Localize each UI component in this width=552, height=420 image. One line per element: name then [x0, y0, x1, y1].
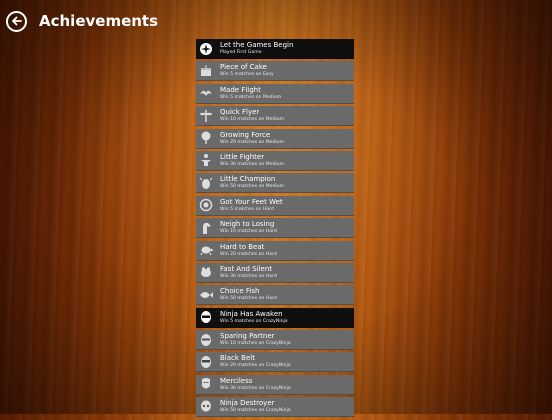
achievement-item[interactable]: Made Flight Win 5 matches on Medium: [196, 83, 354, 104]
achievement-title: Merciless: [220, 376, 253, 385]
ninja-mask-icon: [196, 330, 216, 349]
ninja-head-icon: [196, 352, 216, 371]
achievement-description: Win 10 matches on Hard: [220, 229, 277, 235]
frog-icon: [196, 263, 216, 282]
achievement-texts: Sparing Partner Win 10 matches on CrazyNi…: [216, 330, 291, 349]
bird-icon: [196, 84, 216, 103]
achievement-texts: Growing Force Win 20 matches on Medium: [216, 129, 284, 148]
achievement-texts: Made Flight Win 5 matches on Medium: [216, 84, 281, 103]
achievement-texts: Choice Fish Win 50 matches on Hard: [216, 285, 277, 304]
achievement-item[interactable]: Little Fighter Win 30 matches on Medium: [196, 150, 354, 171]
ninja-star-icon: [196, 39, 216, 58]
achievement-description: Win 50 matches on Medium: [220, 184, 285, 190]
back-arrow-icon: [11, 16, 22, 26]
achievement-description: Win 20 matches on Hard: [220, 251, 277, 257]
achievement-title: Fast And Silent: [220, 264, 273, 273]
achievement-texts: Piece of Cake Win 5 matches on Easy: [216, 61, 274, 80]
achievement-description: Win 5 matches on Easy: [220, 72, 274, 78]
achievement-item[interactable]: Quick Flyer Win 10 matches on Medium: [196, 106, 354, 127]
achievement-description: Win 50 matches on CrazyNinja: [220, 408, 291, 414]
achievement-texts: Hard to Beat Win 20 matches on Hard: [216, 241, 277, 260]
dragonfly-icon: [196, 106, 216, 125]
achievement-title: Made Flight: [220, 85, 261, 94]
achievement-title: Got Your Feet Wet: [220, 197, 283, 206]
achievement-description: Win 5 matches on Hard: [220, 206, 274, 212]
achievement-texts: Merciless Win 30 matches on CrazyNinja: [216, 375, 291, 394]
achievement-item[interactable]: Hard to Beat Win 20 matches on Hard: [196, 240, 354, 261]
cake-icon: [196, 61, 216, 80]
achievement-item[interactable]: Merciless Win 30 matches on CrazyNinja: [196, 374, 354, 395]
achievement-title: Quick Flyer: [220, 108, 260, 117]
achievement-item[interactable]: Fast And Silent Win 30 matches on Hard: [196, 262, 354, 283]
achievement-item[interactable]: Growing Force Win 20 matches on Medium: [196, 128, 354, 149]
achievement-description: Win 30 matches on Hard: [220, 273, 277, 279]
page-title: Achievements: [39, 12, 159, 30]
back-button[interactable]: [6, 10, 27, 32]
mask-icon: [196, 375, 216, 394]
achievement-item[interactable]: Neigh to Losing Win 10 matches on Hard: [196, 218, 354, 239]
achievement-title: Sparing Partner: [220, 332, 275, 341]
achievement-description: Win 10 matches on Medium: [220, 117, 285, 123]
achievement-item[interactable]: Sparing Partner Win 10 matches on CrazyNi…: [196, 330, 354, 351]
achievement-description: Win 20 matches on CrazyNinja: [220, 363, 291, 369]
achievement-title: Ninja Has Awaken: [220, 309, 283, 318]
achievements-list[interactable]: Let the Games Begin Played First Game Piec…: [196, 39, 354, 420]
achievement-description: Win 5 matches on Medium: [220, 94, 282, 100]
shell-icon: [196, 196, 216, 215]
achievement-title: Little Champion: [220, 175, 276, 184]
achievement-item[interactable]: Ninja Has Awaken Win 5 matches on CrazyNi…: [196, 307, 354, 328]
achievement-description: Win 10 matches on CrazyNinja: [220, 341, 291, 347]
skull-mask-icon: [196, 397, 216, 416]
achievement-item[interactable]: Choice Fish Win 50 matches on Hard: [196, 285, 354, 306]
achievement-title: Let the Games Begin: [220, 41, 294, 49]
achievement-item[interactable]: Piece of Cake Win 5 matches on Easy: [196, 61, 354, 82]
header: Achievements: [6, 8, 158, 34]
beetle-icon: [196, 173, 216, 192]
tree-icon: [196, 129, 216, 148]
achievement-item[interactable]: Got Your Feet Wet Win 5 matches on Hard: [196, 195, 354, 216]
ninja-face-icon: [196, 308, 216, 327]
achievement-texts: Quick Flyer Win 10 matches on Medium: [216, 106, 284, 125]
achievement-texts: Ninja Has Awaken Win 5 matches on CrazyNi…: [216, 308, 288, 327]
achievement-texts: Got Your Feet Wet Win 5 matches on Hard: [216, 196, 283, 215]
achievement-texts: Let the Games Begin Played First Game: [216, 39, 293, 58]
achievement-description: Win 30 matches on CrazyNinja: [220, 385, 291, 391]
achievement-texts: Fast And Silent Win 30 matches on Hard: [216, 263, 277, 282]
achievement-texts: Black Belt Win 20 matches on CrazyNinja: [216, 352, 291, 371]
turtle-icon: [196, 241, 216, 260]
achievement-texts: Little Champion Win 50 matches on Medium: [216, 173, 284, 192]
achievement-description: Win 5 matches on CrazyNinja: [220, 318, 288, 324]
achievement-item[interactable]: Let the Games Begin Played First Game: [196, 39, 354, 59]
achievement-item[interactable]: Little Champion Win 50 matches on Medium: [196, 173, 354, 194]
horse-icon: [196, 218, 216, 237]
achievement-title: Growing Force: [220, 130, 271, 139]
achievement-description: Win 50 matches on Hard: [220, 296, 277, 302]
achievement-texts: Ninja Destroyer Win 50 matches on CrazyNi…: [216, 397, 291, 416]
achievement-description: Played First Game: [220, 50, 262, 55]
achievement-item[interactable]: Ninja Destroyer Win 50 matches on CrazyNi…: [196, 397, 354, 418]
achievement-title: Little Fighter: [220, 152, 265, 161]
achievement-description: Win 30 matches on Medium: [220, 161, 285, 167]
fighter-icon: [196, 151, 216, 170]
achievement-description: Win 20 matches on Medium: [220, 139, 285, 145]
achievement-texts: Little Fighter Win 30 matches on Medium: [216, 151, 284, 170]
achievement-title: Neigh to Losing: [220, 220, 275, 229]
achievement-title: Ninja Destroyer: [220, 399, 275, 408]
achievement-title: Choice Fish: [220, 287, 260, 296]
achievement-title: Hard to Beat: [220, 242, 265, 251]
fish-icon: [196, 285, 216, 304]
achievement-texts: Neigh to Losing Win 10 matches on Hard: [216, 218, 277, 237]
achievement-item[interactable]: Black Belt Win 20 matches on CrazyNinja: [196, 352, 354, 373]
